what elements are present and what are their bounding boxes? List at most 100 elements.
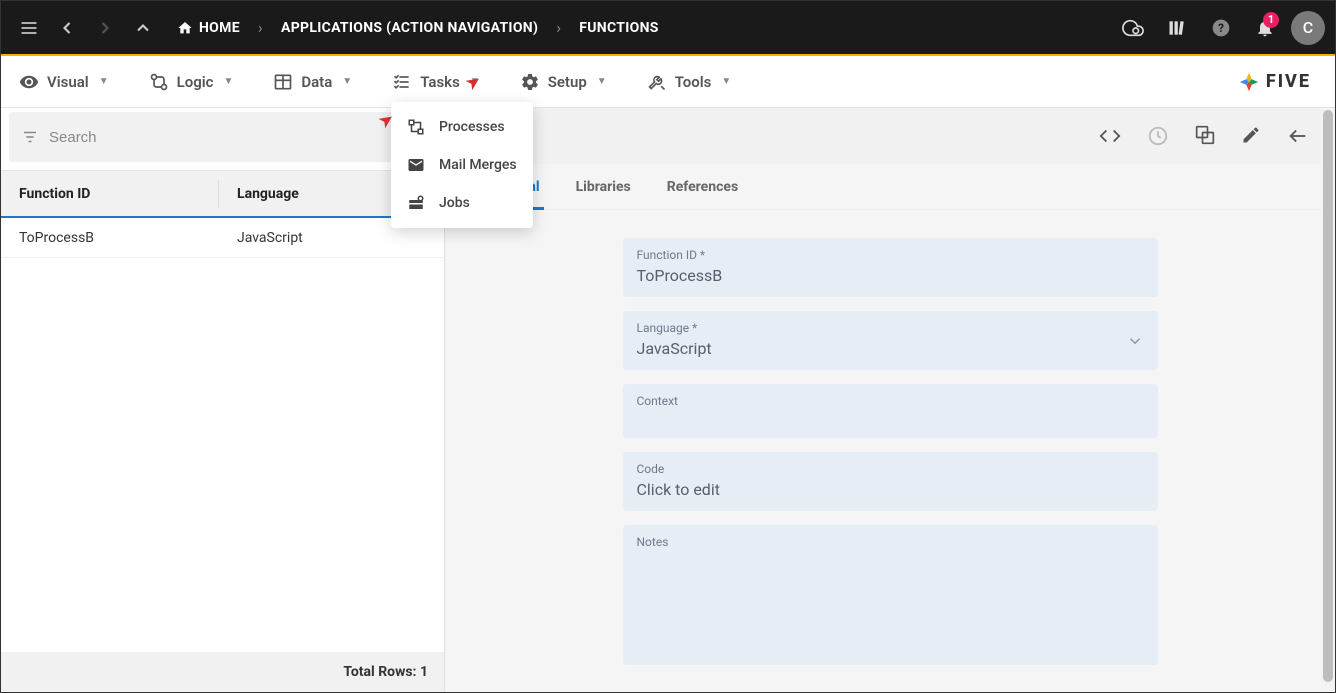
total-rows-label: Total Rows: 1 bbox=[343, 664, 428, 680]
search-bar bbox=[9, 112, 436, 162]
table-footer: Total Rows: 1 bbox=[1, 652, 444, 692]
avatar[interactable]: C bbox=[1291, 11, 1325, 45]
field-value: ToProcessB bbox=[637, 266, 1144, 285]
tasks-icon bbox=[392, 72, 412, 92]
table-icon bbox=[273, 72, 293, 92]
process-icon bbox=[407, 118, 427, 136]
chevron-right-icon: › bbox=[258, 18, 263, 37]
caret-down-icon: ▼ bbox=[470, 76, 480, 87]
chevron-down-icon bbox=[1126, 332, 1144, 350]
breadcrumb-functions[interactable]: FUNCTIONS bbox=[571, 14, 666, 42]
logo: FIVE bbox=[1238, 71, 1323, 93]
code-icon[interactable] bbox=[1095, 121, 1125, 151]
menu-data[interactable]: Data ▼ bbox=[267, 64, 358, 100]
breadcrumb-home[interactable]: HOME bbox=[169, 14, 248, 42]
menu-label: Visual bbox=[47, 73, 89, 91]
logo-text: FIVE bbox=[1266, 71, 1311, 92]
breadcrumb: HOME › APPLICATIONS (ACTION NAVIGATION) … bbox=[169, 14, 667, 42]
dropdown-label: Processes bbox=[439, 119, 505, 135]
form: Function ID * ToProcessB Language * Java… bbox=[445, 210, 1335, 692]
field-label: Notes bbox=[637, 535, 1144, 549]
eye-icon bbox=[19, 72, 39, 92]
back-arrow-icon[interactable] bbox=[1283, 121, 1313, 151]
caret-down-icon: ▼ bbox=[721, 76, 731, 87]
menu-label: Tasks bbox=[420, 73, 460, 91]
hamburger-icon[interactable] bbox=[11, 10, 47, 46]
column-header-function-id[interactable]: Function ID bbox=[1, 180, 219, 208]
svg-text:?: ? bbox=[1218, 21, 1224, 35]
field-value: JavaScript bbox=[637, 339, 1144, 358]
header-right: ? 1 C bbox=[1115, 10, 1325, 46]
tab-libraries[interactable]: Libraries bbox=[572, 167, 635, 209]
field-function-id[interactable]: Function ID * ToProcessB bbox=[623, 238, 1158, 297]
field-context[interactable]: Context bbox=[623, 384, 1158, 438]
field-label: Function ID * bbox=[637, 248, 1144, 262]
tabs: General Libraries References bbox=[445, 164, 1335, 210]
chevron-right-icon: › bbox=[556, 18, 561, 37]
menu-label: Setup bbox=[548, 73, 587, 91]
main-content: Function ID Language ToProcessB JavaScri… bbox=[1, 108, 1335, 692]
menu-visual[interactable]: Visual ▼ bbox=[13, 64, 115, 100]
up-icon[interactable] bbox=[125, 10, 161, 46]
field-notes[interactable]: Notes bbox=[623, 525, 1158, 665]
tools-icon bbox=[647, 72, 667, 92]
list-panel: Function ID Language ToProcessB JavaScri… bbox=[1, 108, 445, 692]
field-code[interactable]: Code Click to edit bbox=[623, 452, 1158, 511]
detail-header: cessB bbox=[445, 108, 1335, 164]
edit-icon[interactable] bbox=[1237, 121, 1265, 151]
field-label: Language * bbox=[637, 321, 1144, 335]
menu-label: Data bbox=[301, 73, 332, 91]
cloud-icon[interactable] bbox=[1115, 10, 1151, 46]
library-icon[interactable] bbox=[1159, 10, 1195, 46]
field-label: Code bbox=[637, 462, 1144, 476]
header-left: HOME › APPLICATIONS (ACTION NAVIGATION) … bbox=[11, 10, 667, 46]
caret-down-icon: ▼ bbox=[597, 76, 607, 87]
logo-icon bbox=[1238, 71, 1260, 93]
menu-logic[interactable]: Logic ▼ bbox=[143, 64, 240, 100]
dropdown-item-jobs[interactable]: Jobs bbox=[391, 184, 533, 222]
notifications-icon[interactable]: 1 bbox=[1247, 10, 1283, 46]
vertical-scrollbar[interactable] bbox=[1321, 108, 1335, 692]
menu-label: Tools bbox=[675, 73, 712, 91]
cell-function-id: ToProcessB bbox=[1, 230, 219, 246]
help-icon[interactable]: ? bbox=[1203, 10, 1239, 46]
notification-badge: 1 bbox=[1263, 12, 1279, 28]
menu-tools[interactable]: Tools ▼ bbox=[641, 64, 738, 100]
copy-icon[interactable] bbox=[1191, 121, 1219, 151]
table-header: Function ID Language bbox=[1, 170, 444, 218]
menubar: Visual ▼ Logic ▼ Data ▼ Tasks ▼ Setup ▼ Tools… bbox=[1, 56, 1335, 108]
forward-icon bbox=[87, 10, 123, 46]
dropdown-label: Mail Merges bbox=[439, 157, 517, 173]
menu-setup[interactable]: Setup ▼ bbox=[514, 64, 613, 100]
breadcrumb-label: FUNCTIONS bbox=[579, 20, 658, 36]
logic-icon bbox=[149, 72, 169, 92]
scrollbar-thumb[interactable] bbox=[1323, 110, 1333, 682]
caret-down-icon: ▼ bbox=[99, 76, 109, 87]
dropdown-label: Jobs bbox=[439, 195, 470, 211]
menu-tasks[interactable]: Tasks ▼ bbox=[386, 64, 486, 100]
field-value: Click to edit bbox=[637, 480, 1144, 499]
search-input[interactable] bbox=[49, 129, 394, 146]
back-icon[interactable] bbox=[49, 10, 85, 46]
breadcrumb-label: APPLICATIONS (ACTION NAVIGATION) bbox=[281, 20, 538, 36]
caret-down-icon: ▼ bbox=[223, 76, 233, 87]
breadcrumb-label: HOME bbox=[199, 20, 240, 36]
table-row[interactable]: ToProcessB JavaScript bbox=[1, 218, 444, 258]
menu-label: Logic bbox=[177, 73, 214, 91]
dropdown-item-processes[interactable]: Processes bbox=[391, 108, 533, 146]
history-icon[interactable] bbox=[1143, 121, 1173, 151]
field-language[interactable]: Language * JavaScript bbox=[623, 311, 1158, 370]
tab-references[interactable]: References bbox=[663, 167, 742, 209]
detail-actions bbox=[1095, 121, 1313, 151]
gear-icon bbox=[520, 72, 540, 92]
tasks-dropdown: Processes Mail Merges Jobs bbox=[391, 102, 533, 228]
dropdown-item-mail-merges[interactable]: Mail Merges bbox=[391, 146, 533, 184]
cell-language: JavaScript bbox=[219, 230, 444, 246]
detail-panel: cessB General Libraries References Funct… bbox=[445, 108, 1335, 692]
filter-icon[interactable] bbox=[21, 128, 39, 146]
jobs-icon bbox=[407, 194, 427, 212]
field-label: Context bbox=[637, 394, 1144, 408]
caret-down-icon: ▼ bbox=[342, 76, 352, 87]
app-header: HOME › APPLICATIONS (ACTION NAVIGATION) … bbox=[1, 1, 1335, 56]
breadcrumb-applications[interactable]: APPLICATIONS (ACTION NAVIGATION) bbox=[273, 14, 546, 42]
